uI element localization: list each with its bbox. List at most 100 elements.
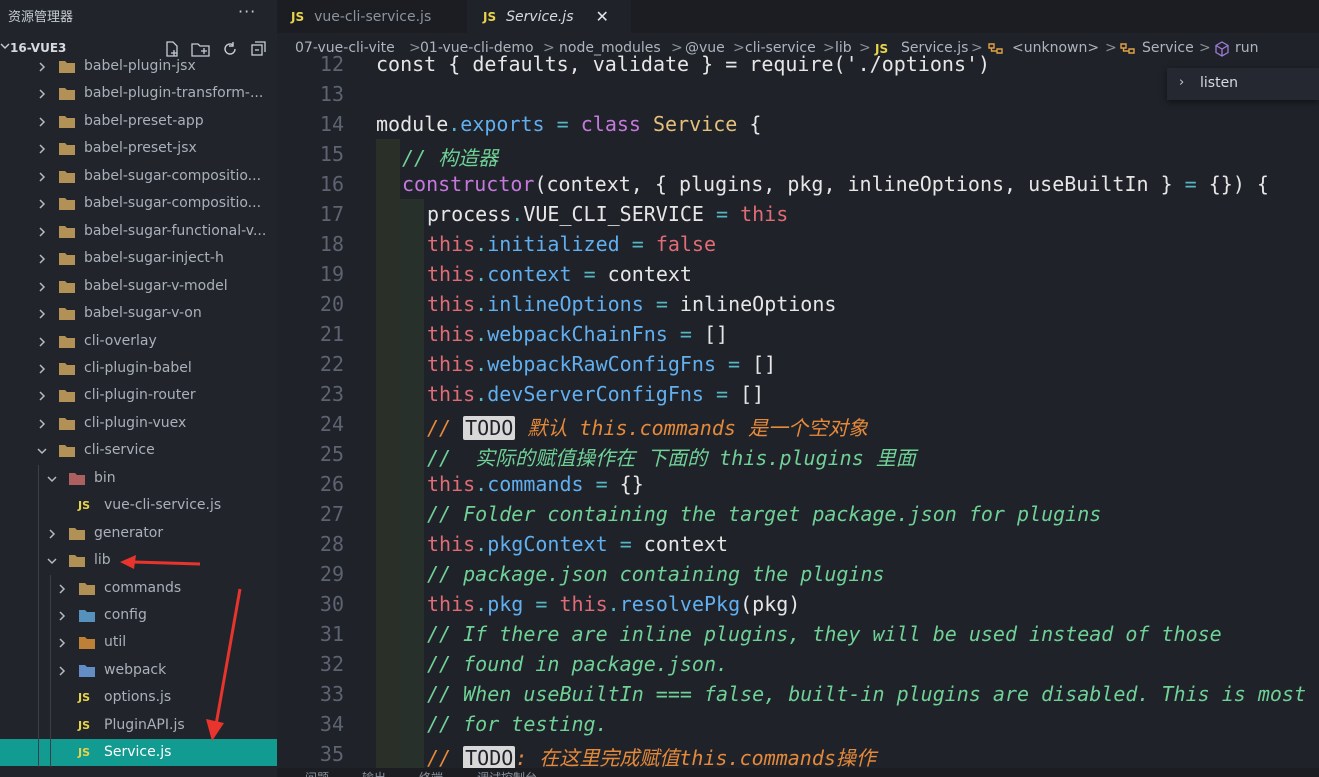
tab-label: Service.js <box>506 8 574 25</box>
indent-guide <box>400 619 424 649</box>
folder-item[interactable]: babel-plugin-transform-... <box>0 80 277 107</box>
code-token: webpackRawConfigFns <box>487 352 716 376</box>
folder-item[interactable]: cli-service <box>0 437 277 464</box>
file-item[interactable]: JS PluginAPI.js <box>0 712 277 739</box>
tree-item-label: config <box>104 607 147 623</box>
code-token: this <box>427 532 476 556</box>
chevron-down-icon[interactable] <box>36 443 48 457</box>
tab-debug-console[interactable]: 调试控制台 <box>477 769 537 777</box>
folder-item[interactable]: babel-sugar-v-model <box>0 273 277 300</box>
tab-vue-cli-service[interactable]: JS vue-cli-service.js <box>277 0 481 33</box>
chevron-right-icon[interactable] <box>56 663 68 677</box>
code-token: . <box>475 262 488 286</box>
chevron-right-icon[interactable] <box>56 635 68 649</box>
chevron-right-icon[interactable] <box>36 306 48 320</box>
file-item[interactable]: JS options.js <box>0 684 277 711</box>
code-line: 24 // TODO 默认 this.commands 是一个空对象 <box>277 409 1319 440</box>
folder-item[interactable]: bin <box>0 465 277 492</box>
folder-item[interactable]: lib <box>0 547 277 574</box>
line-number: 28 <box>319 532 344 556</box>
line-number: 34 <box>319 712 344 736</box>
code-line: 23 this.devServerConfigFns = [] <box>277 379 1319 409</box>
code-token: = <box>595 472 608 496</box>
close-icon[interactable]: ✕ <box>595 7 608 26</box>
chevron-right-icon[interactable] <box>36 114 48 128</box>
folder-item[interactable]: babel-sugar-functional-v... <box>0 218 277 245</box>
code-token: = <box>716 382 729 406</box>
chevron-down-icon[interactable] <box>46 471 58 485</box>
tree-item-label: babel-sugar-inject-h <box>84 250 224 267</box>
folder-item[interactable]: cli-overlay <box>0 328 277 355</box>
tab-service[interactable]: JS Service.js ✕ <box>467 0 631 33</box>
tab-terminal[interactable]: 终端 <box>419 769 443 777</box>
chevron-right-icon[interactable] <box>36 196 48 210</box>
folder-item[interactable]: util <box>0 629 277 656</box>
chevron-down-icon[interactable] <box>46 553 58 567</box>
code-text: // found in package.json. <box>427 652 728 676</box>
folder-icon <box>78 581 96 596</box>
tree-item-label: lib <box>94 552 111 569</box>
tab-output[interactable]: 输出 <box>362 769 386 777</box>
folder-item[interactable]: commands <box>0 575 277 602</box>
folder-item[interactable]: babel-sugar-inject-h <box>0 245 277 272</box>
code-line: 30 this.pkg = this.resolvePkg(pkg) <box>277 589 1319 619</box>
folder-icon <box>58 224 76 239</box>
folder-icon <box>58 86 76 101</box>
code-token: . <box>475 592 488 616</box>
folder-icon <box>68 526 86 541</box>
folder-item[interactable]: webpack <box>0 657 277 684</box>
code-token: // <box>427 416 464 440</box>
indent-guide <box>376 199 400 229</box>
code-text: // Folder containing the target package.… <box>427 502 1101 526</box>
code-editor[interactable]: 12 const { defaults, validate } = require… <box>277 52 1319 777</box>
chevron-right-icon[interactable] <box>36 388 48 402</box>
indent-guide <box>376 589 400 619</box>
editor-area: JS vue-cli-service.js JS Service.js ✕ 07… <box>277 0 1319 777</box>
code-token: // package.json containing the plugins <box>427 562 885 586</box>
folder-item[interactable]: babel-sugar-v-on <box>0 300 277 327</box>
code-token: = <box>583 262 596 286</box>
code-text: this.context = context <box>427 262 692 286</box>
folder-item[interactable]: cli-plugin-router <box>0 382 277 409</box>
folder-icon <box>78 608 96 623</box>
folder-icon <box>58 361 76 376</box>
file-item[interactable]: JS Service.js <box>0 739 277 767</box>
chevron-right-icon[interactable] <box>36 251 48 265</box>
more-actions-icon[interactable]: ··· <box>238 2 256 21</box>
chevron-right-icon[interactable] <box>36 334 48 348</box>
folder-item[interactable]: babel-plugin-jsx <box>0 53 277 80</box>
chevron-right-icon[interactable] <box>36 59 48 73</box>
code-line: 20 this.inlineOptions = inlineOptions <box>277 289 1319 319</box>
chevron-right-icon[interactable] <box>36 224 48 238</box>
folder-item[interactable]: babel-preset-jsx <box>0 135 277 162</box>
chevron-right-icon[interactable] <box>36 169 48 183</box>
chevron-right-icon[interactable] <box>56 608 68 622</box>
tree-item-label: generator <box>94 524 164 541</box>
chevron-right-icon[interactable] <box>36 141 48 155</box>
code-token: // found in package.json. <box>427 652 729 676</box>
code-token: [] <box>691 322 729 346</box>
file-item[interactable]: JS vue-cli-service.js <box>0 492 277 519</box>
chevron-right-icon[interactable] <box>36 361 48 375</box>
editor-tabs: JS vue-cli-service.js JS Service.js ✕ <box>277 0 1319 33</box>
folder-item[interactable]: cli-plugin-babel <box>0 355 277 382</box>
tab-problems[interactable]: 问题 <box>305 769 329 777</box>
folder-icon <box>68 471 86 486</box>
folder-item[interactable]: babel-preset-app <box>0 108 277 135</box>
chevron-right-icon[interactable] <box>36 86 48 100</box>
tree-item-label: babel-plugin-jsx <box>84 58 196 74</box>
folder-item[interactable]: babel-sugar-compositio... <box>0 190 277 217</box>
folder-item[interactable]: config <box>0 602 277 629</box>
folder-item[interactable]: generator <box>0 520 277 547</box>
chevron-right-icon[interactable] <box>36 279 48 293</box>
sticky-scroll-suggestion[interactable]: › listen <box>1167 68 1319 100</box>
chevron-right-icon[interactable] <box>46 526 58 540</box>
chevron-right-icon[interactable] <box>36 416 48 430</box>
indent-guide <box>50 574 51 767</box>
code-token: // If there are inline plugins, they wil… <box>427 622 1222 646</box>
folder-item[interactable]: babel-sugar-compositio... <box>0 163 277 190</box>
chevron-right-icon[interactable] <box>56 581 68 595</box>
folder-item[interactable]: cli-plugin-vuex <box>0 410 277 437</box>
indent-guide <box>376 679 400 709</box>
